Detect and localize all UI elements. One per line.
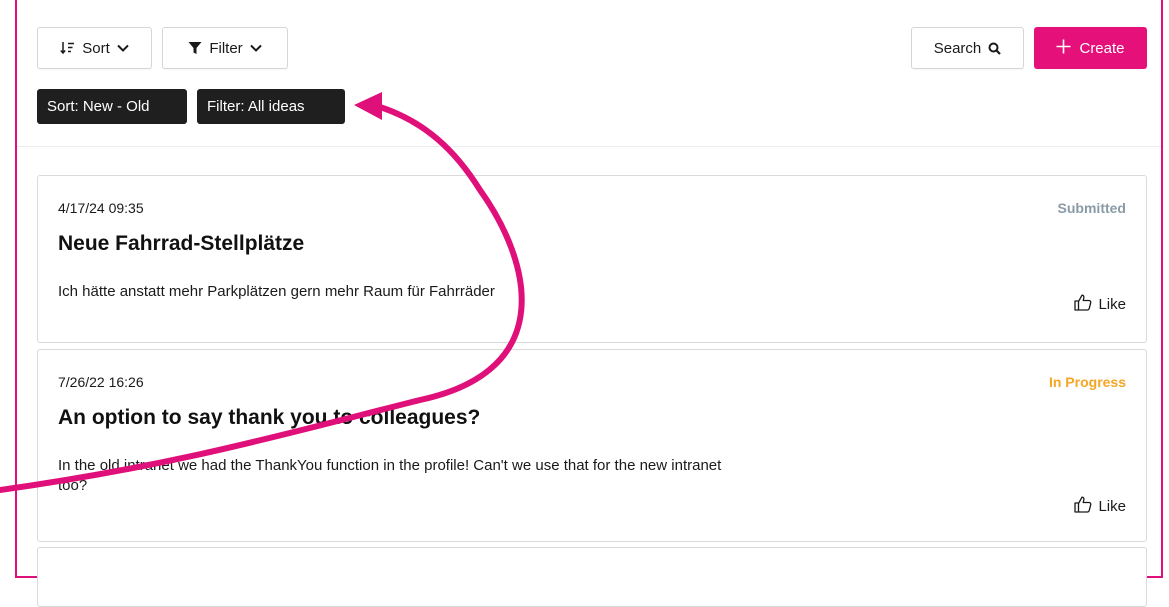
sort-button-label: Sort [82, 39, 110, 57]
active-sort-chip-label: Sort: New - Old [47, 98, 150, 115]
filter-button[interactable]: Filter [162, 27, 288, 69]
active-filter-chip-label: Filter: All ideas [207, 98, 305, 115]
idea-status-badge: Submitted [1057, 200, 1126, 216]
idea-card[interactable] [37, 547, 1147, 607]
search-button[interactable]: Search [911, 27, 1024, 69]
funnel-icon [188, 41, 202, 55]
sort-descending-icon [60, 41, 75, 55]
create-button[interactable]: Create [1034, 27, 1147, 69]
chevron-down-icon [117, 44, 129, 52]
filter-button-label: Filter [209, 39, 243, 57]
toolbar-area: Sort Filter Search Create Sort: New - Ol… [17, 0, 1161, 147]
like-button[interactable]: Like [1074, 496, 1126, 517]
like-button-label: Like [1098, 498, 1126, 515]
create-button-label: Create [1079, 39, 1125, 57]
idea-date: 7/26/22 16:26 [58, 374, 144, 390]
search-button-label: Search [933, 39, 982, 57]
sort-button[interactable]: Sort [37, 27, 152, 69]
search-icon [988, 42, 1002, 55]
idea-card[interactable]: 4/17/24 09:35 Submitted Neue Fahrrad-Ste… [37, 175, 1147, 343]
idea-date: 4/17/24 09:35 [58, 200, 144, 216]
active-sort-chip[interactable]: Sort: New - Old [37, 89, 187, 124]
idea-description: Ich hätte anstatt mehr Parkplätzen gern … [58, 283, 495, 300]
ideas-panel: Sort Filter Search Create Sort: New - Ol… [15, 0, 1163, 607]
like-button[interactable]: Like [1074, 294, 1126, 315]
idea-description: In the old intranet we had the ThankYou … [58, 457, 722, 494]
idea-title[interactable]: An option to say thank you to colleagues… [58, 406, 480, 430]
idea-status-badge: In Progress [1048, 374, 1126, 390]
like-button-label: Like [1098, 296, 1126, 313]
active-filter-chip[interactable]: Filter: All ideas [197, 89, 345, 124]
idea-card[interactable]: 7/26/22 16:26 In Progress An option to s… [37, 349, 1147, 542]
thumbs-up-icon [1074, 496, 1092, 517]
thumbs-up-icon [1074, 294, 1092, 315]
idea-title[interactable]: Neue Fahrrad-Stellplätze [58, 232, 304, 256]
plus-icon [1056, 39, 1071, 58]
chevron-down-icon [249, 44, 262, 52]
